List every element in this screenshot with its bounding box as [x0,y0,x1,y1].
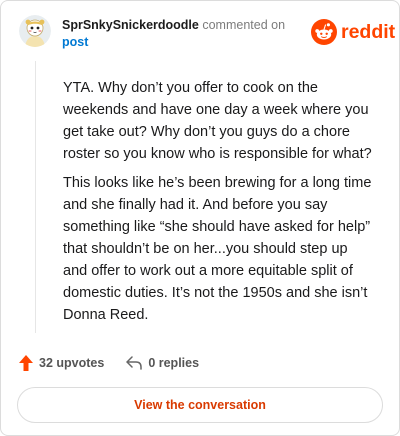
comment-paragraph: This looks like he’s been brewing for a … [63,175,372,323]
reddit-alien-icon [311,19,337,45]
post-link[interactable]: post [62,34,302,51]
comment-embed-card: SprSnkySnickerdoodle commented on post r [0,0,400,436]
replies-count: 0 replies [148,356,200,370]
comment-footer: 32 upvotes 0 replies [19,353,199,373]
comment-paragraph: YTA. Why don’t you offer to cook on the … [63,80,372,162]
comment-meta: SprSnkySnickerdoodle commented on post [62,17,302,51]
comment-header: SprSnkySnickerdoodle commented on post r [1,1,399,61]
username[interactable]: SprSnkySnickerdoodle [62,18,199,32]
comment-body: YTA. Why don’t you offer to cook on the … [35,61,397,333]
replies-stat[interactable]: 0 replies [126,356,199,370]
view-conversation-button[interactable]: View the conversation [17,387,383,423]
upvotes-stat[interactable]: 32 upvotes [19,355,104,371]
reddit-logo[interactable]: reddit [311,19,395,45]
user-avatar-icon[interactable] [19,15,51,47]
reddit-wordmark: reddit [341,20,396,43]
upvote-arrow-icon [19,355,33,371]
reply-arrow-icon [126,356,143,370]
upvotes-count: 32 upvotes [39,356,105,370]
commented-on-text: commented on [202,18,286,32]
